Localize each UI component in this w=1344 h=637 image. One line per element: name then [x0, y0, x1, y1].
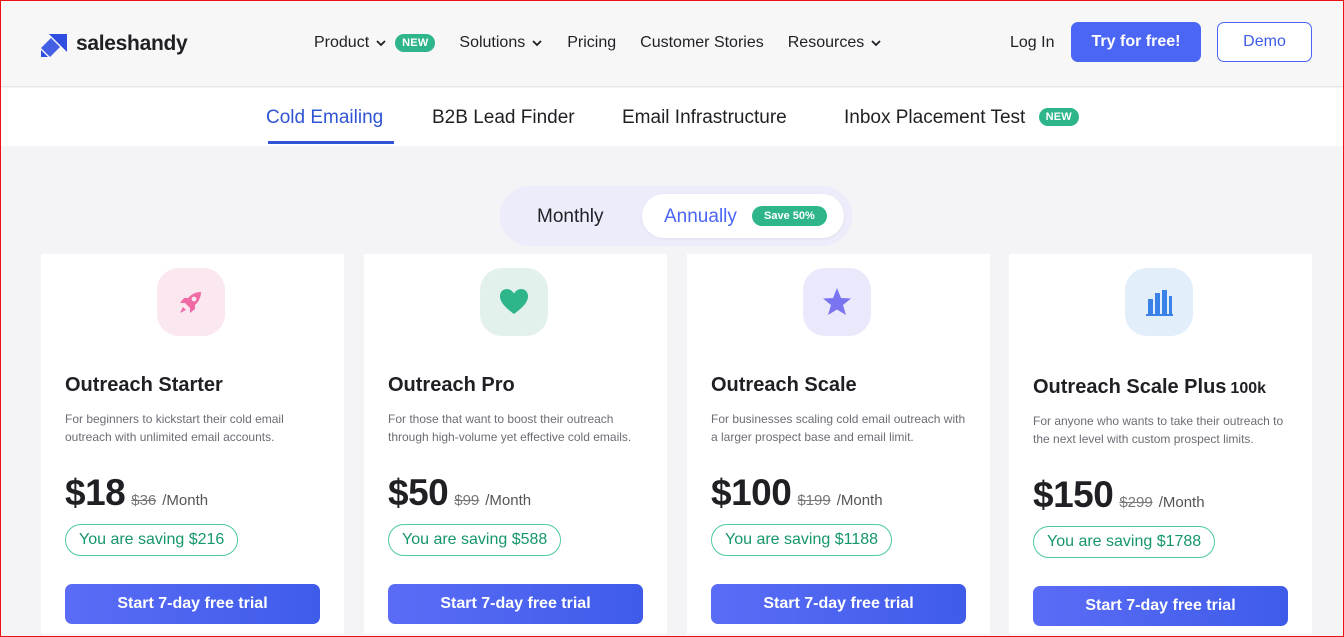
price-row: $150 $299 /Month	[1033, 474, 1205, 516]
plan-old-price: $99	[454, 492, 480, 509]
tab-label: Inbox Placement Test	[844, 107, 1026, 128]
new-badge: NEW	[1038, 108, 1079, 126]
plan-price: $100	[711, 472, 792, 513]
plan-name: Outreach Starter	[65, 374, 223, 397]
nav-item-label: Resources	[787, 34, 865, 51]
heart-icon	[500, 289, 528, 314]
nav-item-label: Solutions	[459, 34, 526, 51]
plan-description: For beginners to kickstart their cold em…	[65, 412, 284, 444]
plan-old-price: $299	[1119, 494, 1153, 511]
plan-price: $150	[1033, 474, 1114, 515]
nav-item-solutions[interactable]: Solutions	[459, 34, 543, 52]
start-trial-button[interactable]: Start 7-day free trial	[1033, 586, 1288, 626]
tab-inbox-placement-test[interactable]: Inbox Placement Test NEW	[844, 107, 1079, 129]
nav-item-customer-stories[interactable]: Customer Stories	[640, 34, 764, 52]
plan-price: $50	[388, 472, 449, 513]
plan-name-text: Outreach Starter	[65, 374, 223, 396]
plan-name: Outreach Scale Plus 100k	[1033, 376, 1266, 399]
price-row: $100 $199 /Month	[711, 472, 883, 514]
price-period: /Month	[162, 492, 209, 509]
billing-toggle: Monthly Annually Save 50%	[500, 186, 852, 246]
plan-old-price: $36	[131, 492, 157, 509]
new-badge: NEW	[395, 34, 436, 52]
plan-icon-wrap	[1125, 268, 1193, 336]
tab-b2b-lead-finder[interactable]: B2B Lead Finder	[432, 107, 575, 129]
plan-name: Outreach Scale	[711, 374, 857, 397]
top-navbar: saleshandy Product NEW Solutions Pricing…	[1, 1, 1343, 87]
saving-badge: You are saving $1188	[711, 524, 893, 556]
chevron-down-icon	[376, 40, 386, 47]
saving-badge: You are saving $216	[65, 524, 239, 556]
chevron-down-icon	[871, 40, 881, 47]
demo-button[interactable]: Demo	[1217, 22, 1312, 62]
plan-name-text: Outreach Scale Plus	[1033, 376, 1227, 398]
nav-item-label: Pricing	[567, 34, 617, 51]
price-period: /Month	[485, 492, 532, 509]
nav-item-label: Product	[314, 34, 370, 51]
plan-description: For anyone who wants to take their outre…	[1033, 414, 1284, 446]
tab-email-infrastructure[interactable]: Email Infrastructure	[622, 107, 787, 129]
login-link[interactable]: Log In	[1010, 34, 1054, 52]
plan-card-outreach-pro: Outreach Pro For those that want to boos…	[364, 254, 667, 634]
save-badge: Save 50%	[752, 206, 827, 226]
plan-card-outreach-starter: Outreach Starter For beginners to kickst…	[41, 254, 344, 634]
start-trial-button[interactable]: Start 7-day free trial	[65, 584, 320, 624]
bar-chart-icon	[1146, 290, 1173, 316]
tab-cold-emailing[interactable]: Cold Emailing	[266, 107, 383, 129]
price-row: $50 $99 /Month	[388, 472, 531, 514]
saving-badge: You are saving $588	[388, 524, 562, 556]
nav-item-resources[interactable]: Resources	[788, 34, 882, 52]
main-nav: Product NEW Solutions Pricing Customer S…	[314, 34, 906, 52]
plan-icon-wrap	[157, 268, 225, 336]
active-tab-indicator	[268, 141, 394, 144]
start-trial-button[interactable]: Start 7-day free trial	[388, 584, 643, 624]
saleshandy-logo[interactable]: saleshandy	[41, 31, 188, 57]
try-for-free-button[interactable]: Try for free!	[1071, 22, 1201, 62]
plan-description: For businesses scaling cold email outrea…	[711, 412, 966, 444]
plan-description: For those that want to boost their outre…	[388, 412, 632, 444]
saving-badge: You are saving $1788	[1033, 526, 1216, 558]
plan-card-outreach-scale: Outreach Scale For businesses scaling co…	[687, 254, 990, 634]
star-icon	[823, 288, 851, 315]
plan-price: $18	[65, 472, 126, 513]
plan-name-text: Outreach Pro	[388, 374, 515, 396]
toggle-annually-label: Annually	[664, 206, 737, 227]
plan-card-outreach-scale-plus: Outreach Scale Plus 100k For anyone who w…	[1009, 254, 1312, 634]
product-tabs: Cold Emailing B2B Lead Finder Email Infr…	[1, 88, 1343, 146]
nav-item-label: Customer Stories	[640, 34, 764, 51]
plan-old-price: $199	[797, 492, 831, 509]
nav-item-product[interactable]: Product NEW	[314, 34, 436, 52]
nav-item-pricing[interactable]: Pricing	[567, 34, 616, 52]
rocket-icon	[180, 292, 201, 313]
plan-name: Outreach Pro	[388, 374, 515, 397]
toggle-annually[interactable]: Annually Save 50%	[642, 194, 844, 238]
price-period: /Month	[836, 492, 883, 509]
plan-icon-wrap	[803, 268, 871, 336]
price-period: /Month	[1158, 494, 1205, 511]
logo-text: saleshandy	[76, 32, 188, 55]
price-row: $18 $36 /Month	[65, 472, 208, 514]
plan-icon-wrap	[480, 268, 548, 336]
plan-name-text: Outreach Scale	[711, 374, 857, 396]
chevron-down-icon	[532, 40, 542, 47]
logo-mark-icon	[41, 34, 67, 57]
start-trial-button[interactable]: Start 7-day free trial	[711, 584, 966, 624]
toggle-monthly[interactable]: Monthly	[537, 206, 604, 228]
plan-name-suffix: 100k	[1230, 380, 1267, 397]
